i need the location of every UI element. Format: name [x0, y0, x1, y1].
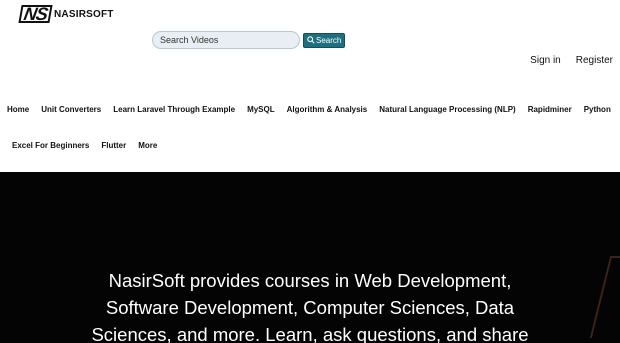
nav-item-mysql[interactable]: MySQL	[247, 105, 275, 114]
nav-item-more[interactable]: More	[138, 141, 157, 150]
search-icon	[307, 36, 315, 44]
nav-item-rapidminer[interactable]: Rapidminer	[528, 105, 572, 114]
nav-item-unit-converters[interactable]: Unit Converters	[41, 105, 101, 114]
hero-description: NasirSoft provides courses in Web Develo…	[0, 267, 620, 343]
logo-text: NASIRSOFT	[54, 8, 114, 20]
nav-item-algorithm-analysis[interactable]: Algorithm & Analysis	[287, 105, 368, 114]
auth-links: Sign in Register	[530, 55, 613, 66]
sign-in-link[interactable]: Sign in	[530, 55, 561, 66]
hero-line: NasirSoft provides courses in Web Develo…	[108, 270, 512, 291]
nav-item-excel[interactable]: Excel For Beginners	[12, 141, 89, 150]
site-logo[interactable]: NS NASIRSOFT	[18, 4, 114, 24]
main-nav-row-2: Excel For Beginners Flutter More	[12, 141, 169, 150]
search-button-label: Search	[316, 35, 342, 45]
hero-line: Software Development, Computer Sciences,…	[105, 297, 515, 318]
nav-item-flutter[interactable]: Flutter	[101, 141, 126, 150]
register-link[interactable]: Register	[576, 55, 613, 66]
nav-item-learn-laravel[interactable]: Learn Laravel Through Example	[113, 105, 235, 114]
main-nav-row-1: Home Unit Converters Learn Laravel Throu…	[7, 105, 620, 114]
search-button[interactable]: Search	[303, 32, 346, 48]
nav-item-python[interactable]: Python	[584, 105, 611, 114]
search-bar: Search	[152, 31, 346, 49]
hero-banner: NasirSoft provides courses in Web Develo…	[0, 172, 620, 343]
nav-item-home[interactable]: Home	[7, 105, 29, 114]
search-input[interactable]	[152, 31, 300, 49]
hero-line: Sciences, and more. Learn, ask questions…	[91, 324, 529, 343]
logo-mark: NS	[18, 4, 53, 24]
nav-item-nlp[interactable]: Natural Language Processing (NLP)	[379, 105, 515, 114]
